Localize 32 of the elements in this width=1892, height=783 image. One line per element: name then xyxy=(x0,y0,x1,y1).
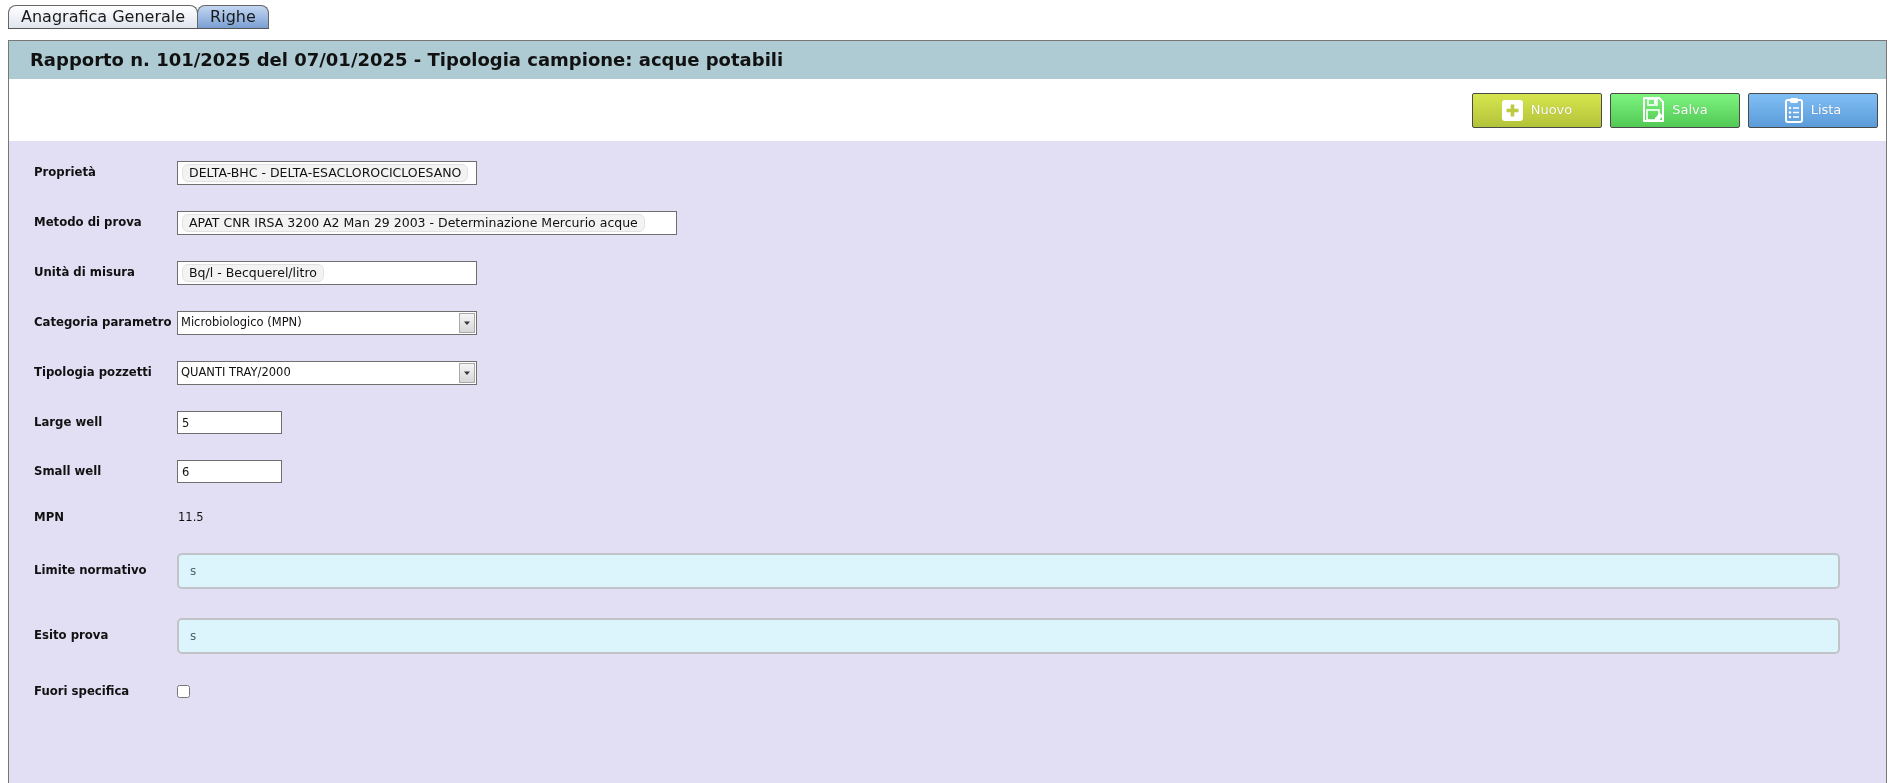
mpn-value: 11.5 xyxy=(178,509,204,527)
selected-tag: APAT CNR IRSA 3200 A2 Man 29 2003 - Determinazione Mercurio acque xyxy=(182,214,645,232)
field-label: Tipologia pozzetti xyxy=(34,364,153,382)
field-label: Esito prova xyxy=(34,626,110,644)
tab[interactable]: Righe xyxy=(197,5,269,29)
dropdown-caret-icon xyxy=(459,313,475,333)
tag-input-field[interactable]: DELTA-BHC - DELTA-ESACLOROCICLOESANO xyxy=(177,161,477,185)
field-label: Unità di misura xyxy=(34,264,136,282)
selected-tag: Bq/l - Becquerel/litro xyxy=(182,264,324,282)
report-title: Rapporto n. 101/2025 del 07/01/2025 - Tipologia campione: acque potabili xyxy=(30,49,784,71)
field-label: MPN xyxy=(34,509,65,526)
text-area-field[interactable]: s xyxy=(177,617,1840,654)
dropdown-field[interactable]: Microbiologico (MPN) xyxy=(177,311,477,335)
number-field[interactable]: 5 xyxy=(177,411,282,434)
field-label: Proprietà xyxy=(34,164,97,182)
checkbox[interactable] xyxy=(177,684,190,698)
selected-tag: DELTA-BHC - DELTA-ESACLOROCICLOESANO xyxy=(182,164,469,182)
tag-input-field[interactable]: APAT CNR IRSA 3200 A2 Man 29 2003 - Determinazione Mercurio acque xyxy=(177,211,677,235)
clipboard-list-icon xyxy=(1784,97,1803,123)
field-label: Metodo di prova xyxy=(34,214,143,232)
field-label: Small well xyxy=(34,462,103,480)
dropdown-caret-icon xyxy=(459,363,475,383)
number-field[interactable]: 6 xyxy=(177,460,282,483)
plus-square-icon xyxy=(1501,99,1523,121)
field-label: Limite normativo xyxy=(34,561,148,579)
field-label: Categoria parametro xyxy=(34,314,173,332)
text-area-field[interactable]: s xyxy=(177,552,1840,589)
field-label: Fuori specifica xyxy=(34,682,131,700)
tag-input-field[interactable]: Bq/l - Becquerel/litro xyxy=(177,261,477,285)
field-label: Large well xyxy=(34,413,104,431)
tab[interactable]: Anagrafica Generale xyxy=(8,5,199,29)
dropdown-field[interactable]: QUANTI TRAY/2000 xyxy=(177,361,477,385)
